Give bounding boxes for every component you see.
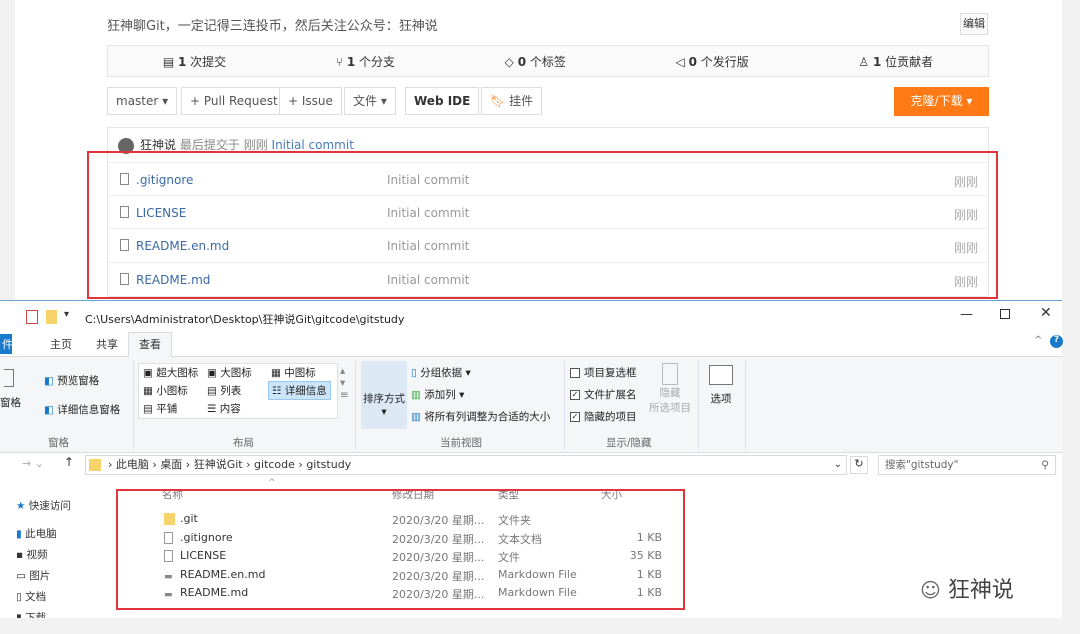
tab-view[interactable]: 查看 bbox=[128, 332, 172, 357]
stat-contributors[interactable]: ♙ 1 位贡献者 bbox=[858, 53, 933, 70]
breadcrumb: › 此电脑 › 桌面 › 狂神说Git › gitcode › gitstudy bbox=[108, 458, 352, 471]
file-menu-button[interactable]: 文件 ▾ bbox=[344, 87, 396, 115]
divider bbox=[355, 361, 356, 449]
item-checkbox-toggle[interactable]: 项目复选框 bbox=[570, 365, 637, 380]
options-icon bbox=[709, 365, 733, 385]
minimize-button[interactable]: — bbox=[960, 307, 973, 322]
issue-button[interactable]: + Issue bbox=[279, 87, 342, 115]
details-pane-button[interactable]: ◧ 详细信息窗格 bbox=[44, 402, 120, 417]
watermark: ☺ 狂神说 bbox=[920, 578, 1014, 603]
plugin-button[interactable]: 🔖︎ 挂件 bbox=[481, 87, 543, 115]
group-label-panes: 窗格 bbox=[48, 437, 69, 449]
tab-home[interactable]: 主页 bbox=[50, 334, 72, 352]
divider bbox=[133, 361, 134, 449]
tab-share[interactable]: 共享 bbox=[96, 334, 118, 352]
navigation-pane-icon bbox=[4, 369, 14, 387]
layout-tiles[interactable]: ▤ 平铺 bbox=[143, 401, 177, 416]
nav-quick-access[interactable]: ★ 快速访问 bbox=[16, 498, 71, 513]
ribbon: 窗格 ◧ 预览窗格 ◧ 详细信息窗格 窗格 ▣ 超大图标 ▣ 大图标 ▦ 中图标… bbox=[0, 356, 1062, 453]
layout-small[interactable]: ▦ 小图标 bbox=[143, 383, 188, 398]
back-button[interactable]: → ⌄ bbox=[22, 457, 44, 470]
refresh-button[interactable]: ↻ bbox=[850, 456, 868, 474]
stat-tags[interactable]: ◇ 0 个标签 bbox=[505, 53, 566, 70]
search-input[interactable]: 搜索"gitstudy" ⚲ bbox=[878, 455, 1056, 475]
collapse-ribbon-icon[interactable]: ^ bbox=[1034, 335, 1042, 346]
layout-large[interactable]: ▣ 大图标 bbox=[207, 365, 252, 380]
navigation-pane-button[interactable]: 窗格 bbox=[0, 395, 21, 410]
layout-medium[interactable]: ▦ 中图标 bbox=[271, 365, 316, 380]
nav-documents[interactable]: ▯ 文档 bbox=[16, 589, 46, 604]
add-column-button[interactable]: ▥ 添加列 ▾ bbox=[411, 387, 464, 402]
edit-button[interactable]: 编辑 bbox=[960, 13, 988, 35]
wechat-icon: ☺ bbox=[920, 578, 941, 602]
nav-pictures[interactable]: ▭ 图片 bbox=[16, 568, 50, 583]
commit-link[interactable]: Initial commit bbox=[272, 138, 354, 152]
properties-icon[interactable] bbox=[26, 310, 38, 324]
folder-icon[interactable] bbox=[46, 310, 57, 324]
address-dropdown-icon[interactable]: ⌄ bbox=[834, 456, 842, 474]
nav-this-pc[interactable]: ▮ 此电脑 bbox=[16, 526, 57, 541]
gallery-scroll[interactable]: ▴ ▾ ≡ bbox=[340, 365, 349, 401]
preview-pane-button[interactable]: ◧ 预览窗格 bbox=[44, 373, 99, 388]
layout-content[interactable]: ☰ 内容 bbox=[207, 401, 241, 416]
options-button[interactable]: 选项 bbox=[706, 365, 736, 406]
address-bar[interactable]: › 此电脑 › 桌面 › 狂神说Git › gitcode › gitstudy… bbox=[85, 455, 847, 475]
fit-columns-button[interactable]: ▥ 将所有列调整为合适的大小 bbox=[411, 409, 550, 424]
pull-request-button[interactable]: + Pull Request bbox=[181, 87, 287, 115]
search-icon: ⚲ bbox=[1041, 459, 1049, 471]
layout-list[interactable]: ▤ 列表 bbox=[207, 383, 241, 398]
help-icon[interactable]: ? bbox=[1050, 335, 1063, 348]
repo-description: 狂神聊Git，一定记得三连投币，然后关注公众号：狂神说 bbox=[107, 19, 438, 34]
folder-icon bbox=[89, 459, 101, 471]
divider bbox=[745, 361, 746, 449]
layout-details[interactable]: ☷ 详细信息 bbox=[268, 381, 331, 400]
maximize-button[interactable] bbox=[1000, 309, 1010, 319]
group-label-show-hide: 显示/隐藏 bbox=[606, 437, 652, 449]
bookmark-icon: 🔖︎ bbox=[490, 94, 506, 108]
sort-arrow-icon: ^ bbox=[268, 478, 276, 488]
repo-stats: ▤ 1 次提交 ⑂ 1 个分支 ◇ 0 个标签 ◁ 0 个发行版 ♙ 1 位贡献… bbox=[107, 45, 989, 77]
stat-branches[interactable]: ⑂ 1 个分支 bbox=[336, 53, 395, 70]
sort-by-button[interactable]: 排序方式 ▾ bbox=[361, 361, 407, 429]
close-button[interactable]: ✕ bbox=[1040, 305, 1052, 321]
file-extension-toggle[interactable]: ✓ 文件扩展名 bbox=[570, 387, 637, 402]
tab-file[interactable]: 件 bbox=[0, 334, 13, 354]
divider bbox=[564, 361, 565, 449]
nav-videos[interactable]: ▪ 视频 bbox=[16, 547, 47, 562]
group-by-button[interactable]: ▯ 分组依据 ▾ bbox=[411, 365, 471, 380]
web-ide-button[interactable]: Web IDE bbox=[405, 87, 480, 115]
quick-access-dropdown-icon[interactable]: ▾ bbox=[64, 309, 69, 320]
highlight-box bbox=[116, 489, 685, 610]
highlight-box bbox=[87, 151, 998, 299]
contributor-icon: ♙ bbox=[858, 54, 873, 69]
divider bbox=[698, 361, 699, 449]
group-label-layout: 布局 bbox=[233, 437, 254, 449]
clone-download-button[interactable]: 克隆/下载 ▾ bbox=[894, 87, 989, 116]
branch-icon: ⑂ bbox=[335, 54, 347, 69]
up-button[interactable]: ↑ bbox=[64, 455, 74, 469]
tag-icon: ◇ bbox=[504, 54, 518, 69]
commit-icon: ▤ bbox=[162, 54, 178, 69]
window-path: C:\Users\Administrator\Desktop\狂神说Git\gi… bbox=[85, 313, 405, 326]
nav-downloads[interactable]: ▮ 下载 bbox=[16, 610, 46, 618]
stat-commits[interactable]: ▤ 1 次提交 bbox=[163, 53, 226, 70]
stat-releases[interactable]: ◁ 0 个发行版 bbox=[676, 53, 749, 70]
hidden-items-toggle[interactable]: ✓ 隐藏的项目 bbox=[570, 409, 637, 424]
release-icon: ◁ bbox=[675, 54, 689, 69]
hide-icon bbox=[662, 363, 678, 385]
group-label-view: 当前视图 bbox=[440, 437, 482, 449]
branch-select[interactable]: master ▾ bbox=[107, 87, 178, 115]
layout-extra-large[interactable]: ▣ 超大图标 bbox=[143, 365, 198, 380]
hide-selected-button[interactable]: 隐藏 所选项目 bbox=[648, 363, 692, 415]
